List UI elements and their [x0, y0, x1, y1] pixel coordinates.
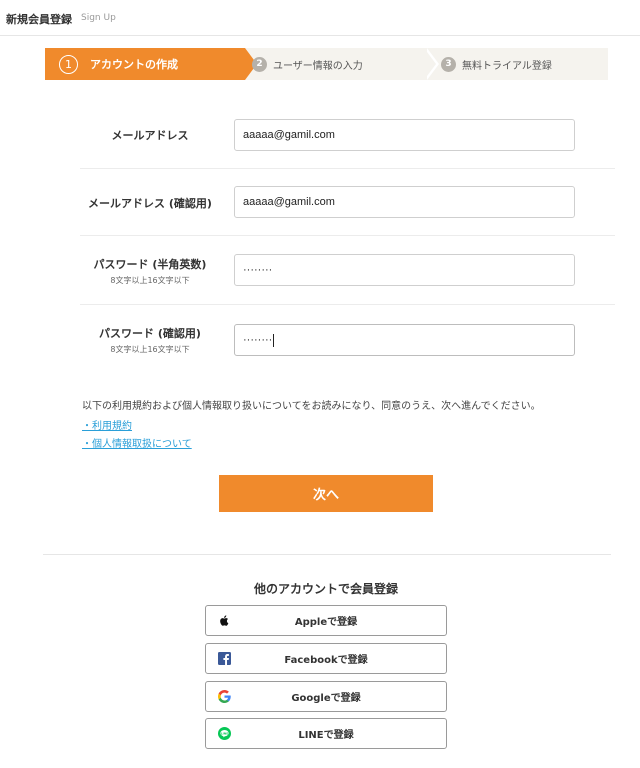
apple-signup-button[interactable]: Appleで登録: [205, 605, 447, 636]
google-signup-label: Googleで登録: [291, 693, 361, 704]
step-2-number: 2: [252, 56, 267, 72]
email-field[interactable]: aaaaa@gamil.com: [234, 119, 575, 151]
apple-signup-label: Appleで登録: [294, 617, 358, 628]
line-icon: LINE: [218, 727, 231, 740]
google-icon: [218, 690, 231, 703]
facebook-signup-label: Facebookで登録: [284, 655, 368, 666]
email-label: メールアドレス: [111, 129, 189, 142]
email-field-value: aaaaa@gamil.com: [243, 129, 335, 141]
social-signup-heading: 他のアカウントで会員登録: [253, 582, 398, 596]
email-confirm-row: メールアドレス (確認用) aaaaa@gamil.com: [80, 186, 615, 218]
password-field-value: ········: [243, 264, 273, 276]
step-1: 1 アカウントの作成: [45, 48, 245, 80]
email-confirm-label: メールアドレス (確認用): [88, 197, 212, 210]
email-confirm-field[interactable]: aaaaa@gamil.com: [234, 186, 575, 218]
step-3-number: 3: [441, 56, 456, 72]
facebook-icon: [218, 652, 231, 665]
page-subtitle: Sign Up: [81, 13, 116, 23]
step-1-label: アカウントの作成: [90, 58, 178, 71]
password-confirm-row: パスワード (確認用) 8文字以上16文字以下 ········: [80, 323, 615, 363]
google-signup-button[interactable]: Googleで登録: [205, 681, 447, 712]
page-header: 新規会員登録 Sign Up: [0, 0, 640, 36]
step-2: 2 ユーザー情報の入力: [252, 48, 363, 80]
facebook-signup-button[interactable]: Facebookで登録: [205, 643, 447, 674]
svg-text:LINE: LINE: [221, 731, 229, 735]
password-confirm-field-value: ········: [243, 334, 273, 346]
apple-icon: [220, 615, 229, 626]
password-confirm-field[interactable]: ········: [234, 324, 575, 356]
row-divider: [80, 235, 615, 236]
password-confirm-hint: 8文字以上16文字以下: [110, 345, 190, 354]
row-divider: [80, 304, 615, 305]
terms-of-use-link[interactable]: ・利用規約: [82, 417, 132, 432]
step-2-label: ユーザー情報の入力: [273, 60, 363, 72]
password-row: パスワード (半角英数) 8文字以上16文字以下 ········: [80, 254, 615, 294]
page-title: 新規会員登録: [6, 13, 72, 26]
password-label: パスワード (半角英数): [93, 258, 207, 271]
terms-text: 以下の利用規約および個人情報取り扱いについてをお読みになり、同意のうえ、次へ進ん…: [82, 401, 541, 412]
step-separator-inner: [424, 48, 436, 80]
password-field[interactable]: ········: [234, 254, 575, 286]
text-caret: [273, 333, 275, 347]
email-row: メールアドレス aaaaa@gamil.com: [80, 119, 615, 151]
privacy-policy-link[interactable]: ・個人情報取扱について: [82, 435, 192, 450]
email-confirm-field-value: aaaaa@gamil.com: [243, 196, 335, 208]
line-signup-button[interactable]: LINE LINEで登録: [205, 718, 447, 749]
next-button[interactable]: 次へ: [219, 475, 433, 512]
line-signup-label: LINEで登録: [298, 730, 354, 741]
row-divider: [80, 168, 615, 169]
password-hint: 8文字以上16文字以下: [110, 276, 190, 285]
password-confirm-label: パスワード (確認用): [99, 327, 201, 340]
step-3: 3 無料トライアル登録: [441, 48, 552, 80]
step-progress: 1 アカウントの作成 2 ユーザー情報の入力 3 無料トライアル登録: [45, 48, 608, 80]
step-1-number: 1: [59, 54, 78, 74]
section-divider: [43, 554, 611, 555]
step-3-label: 無料トライアル登録: [462, 60, 552, 72]
